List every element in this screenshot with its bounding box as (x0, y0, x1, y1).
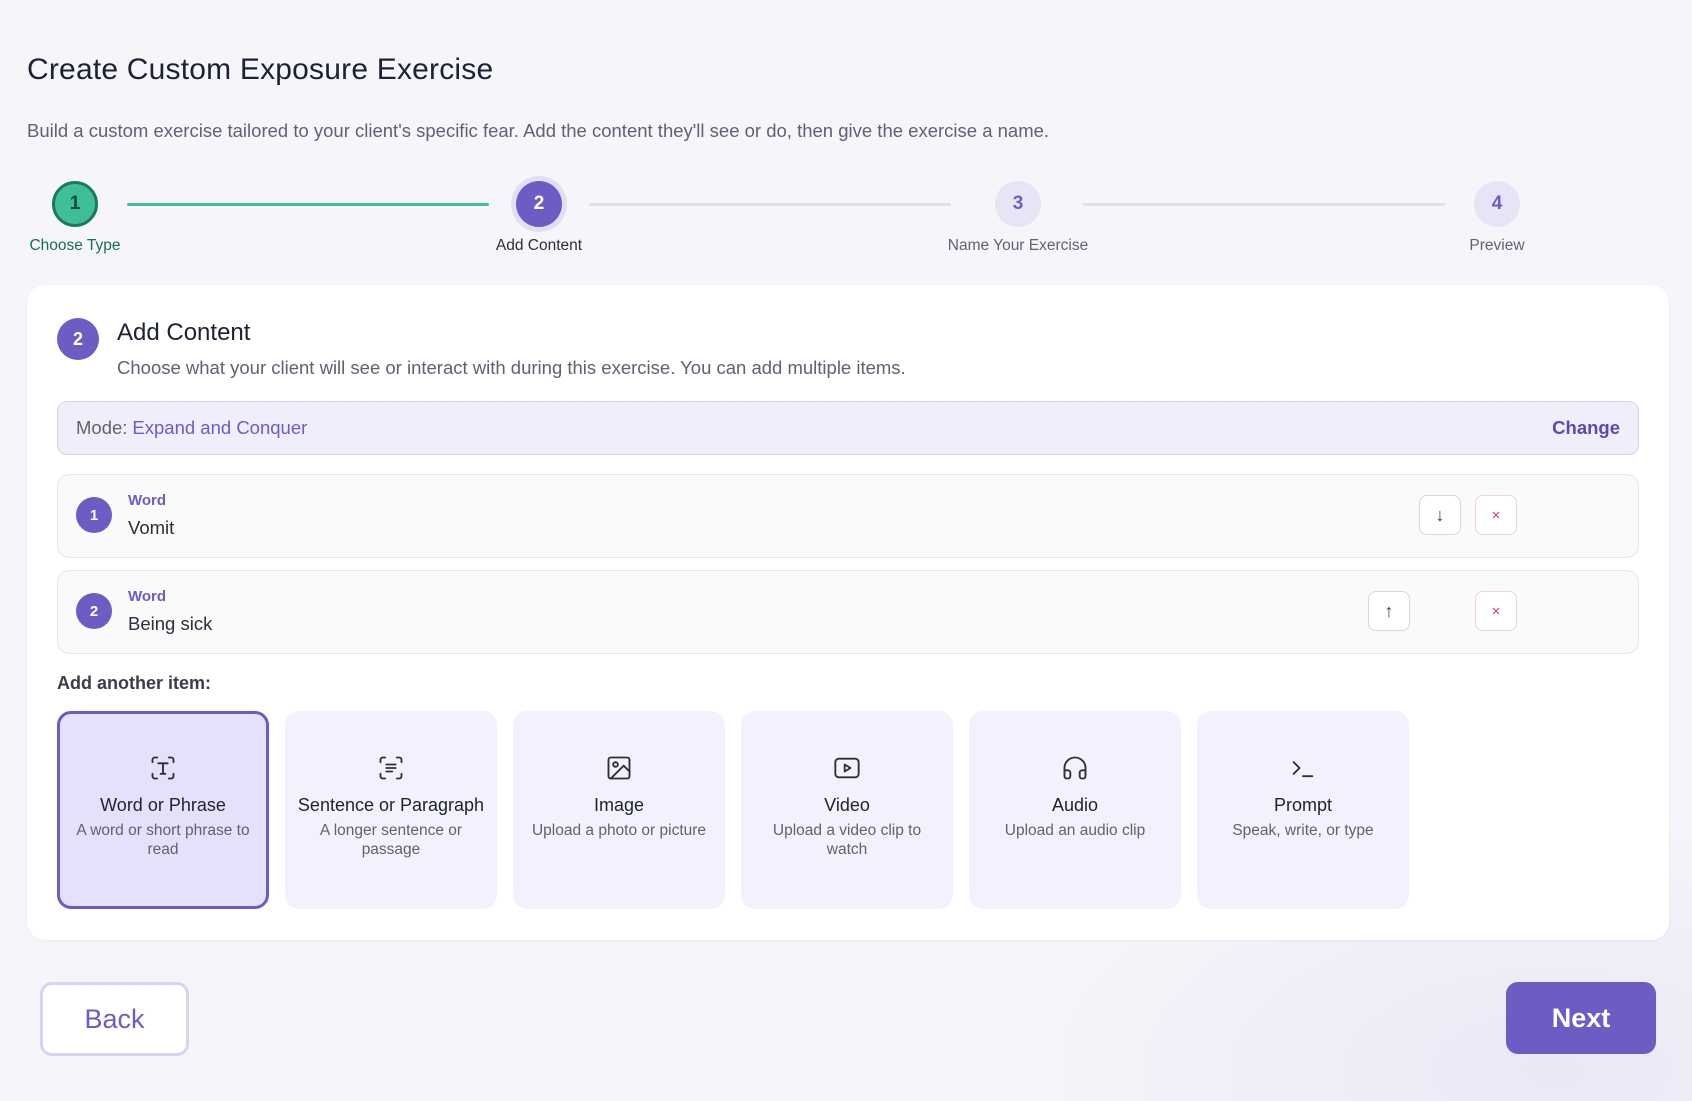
progress-stepper: 1 Choose Type 2 Add Content 3 Name Your … (27, 181, 1669, 261)
tile-title: Video (824, 795, 870, 815)
headphones-icon (969, 753, 1181, 783)
page-subtitle: Build a custom exercise tailored to your… (27, 120, 1050, 141)
content-item: 2 Word Being sick ↑ × (57, 570, 1639, 654)
tile-subtitle: Upload a video clip to watch (772, 822, 922, 858)
tile-video[interactable]: Video Upload a video clip to watch (741, 711, 953, 909)
remove-item-button[interactable]: × (1475, 495, 1517, 535)
tile-image[interactable]: Image Upload a photo or picture (513, 711, 725, 909)
remove-item-button[interactable]: × (1475, 591, 1517, 631)
tile-subtitle: Upload an audio clip (1004, 822, 1146, 839)
step-name-exercise[interactable]: 3 Name Your Exercise (938, 181, 1098, 255)
step-number: 3 (995, 181, 1041, 227)
item-number-badge: 1 (76, 497, 112, 533)
step-connector-2 (589, 203, 951, 206)
mode-bar: Mode: Expand and Conquer Change (57, 401, 1639, 455)
item-number-badge: 2 (76, 593, 112, 629)
next-button[interactable]: Next (1506, 982, 1656, 1054)
back-button[interactable]: Back (40, 982, 189, 1056)
step-label: Add Content (495, 237, 583, 254)
item-value: Vomit (128, 517, 175, 538)
mode-value: Expand and Conquer (132, 417, 308, 438)
step-connector-1 (127, 203, 489, 206)
step-number: 1 (52, 181, 98, 227)
item-type-label: Word (128, 588, 167, 605)
tile-subtitle: A word or short phrase to read (76, 822, 250, 858)
terminal-prompt-icon (1197, 753, 1409, 783)
page-title: Create Custom Exposure Exercise (27, 53, 494, 86)
tile-subtitle: Upload a photo or picture (531, 822, 707, 839)
change-mode-link[interactable]: Change (1552, 417, 1620, 439)
tile-title: Word or Phrase (100, 795, 226, 815)
content-item: 1 Word Vomit ↓ × (57, 474, 1639, 558)
step-number: 4 (1474, 181, 1520, 227)
tile-prompt[interactable]: Prompt Speak, write, or type (1197, 711, 1409, 909)
tile-sentence-or-paragraph[interactable]: Sentence or Paragraph A longer sentence … (285, 711, 497, 909)
add-item-label: Add another item: (57, 673, 212, 693)
step-add-content[interactable]: 2 Add Content (459, 181, 619, 255)
step-number: 2 (516, 181, 562, 227)
section-number-badge: 2 (57, 318, 99, 360)
section-title: Add Content (117, 319, 251, 346)
tile-word-or-phrase[interactable]: Word or Phrase A word or short phrase to… (57, 711, 269, 909)
paragraph-scan-icon (285, 753, 497, 783)
tile-title: Sentence or Paragraph (297, 795, 485, 815)
step-preview[interactable]: 4 Preview (1417, 181, 1577, 255)
step-connector-3 (1083, 203, 1445, 206)
step-label: Preview (1469, 237, 1525, 254)
text-scan-icon (60, 753, 266, 783)
tile-subtitle: Speak, write, or type (1232, 822, 1374, 839)
item-value: Being sick (128, 613, 213, 634)
tile-title: Prompt (1273, 795, 1333, 815)
video-icon (741, 753, 953, 783)
step-choose-type[interactable]: 1 Choose Type (0, 181, 155, 255)
image-icon (513, 753, 725, 783)
tile-title: Audio (1051, 795, 1099, 815)
step-label: Name Your Exercise (947, 237, 1089, 254)
tile-subtitle: A longer sentence or passage (319, 822, 463, 858)
move-down-button[interactable]: ↓ (1419, 495, 1461, 535)
tile-audio[interactable]: Audio Upload an audio clip (969, 711, 1181, 909)
step-label: Choose Type (29, 237, 121, 254)
item-type-label: Word (128, 492, 167, 509)
tile-title: Image (593, 795, 645, 815)
section-description: Choose what your client will see or inte… (117, 357, 906, 378)
mode-label: Mode: (76, 417, 128, 438)
add-content-card: 2 Add Content Choose what your client wi… (27, 285, 1669, 940)
move-up-button[interactable]: ↑ (1368, 591, 1410, 631)
